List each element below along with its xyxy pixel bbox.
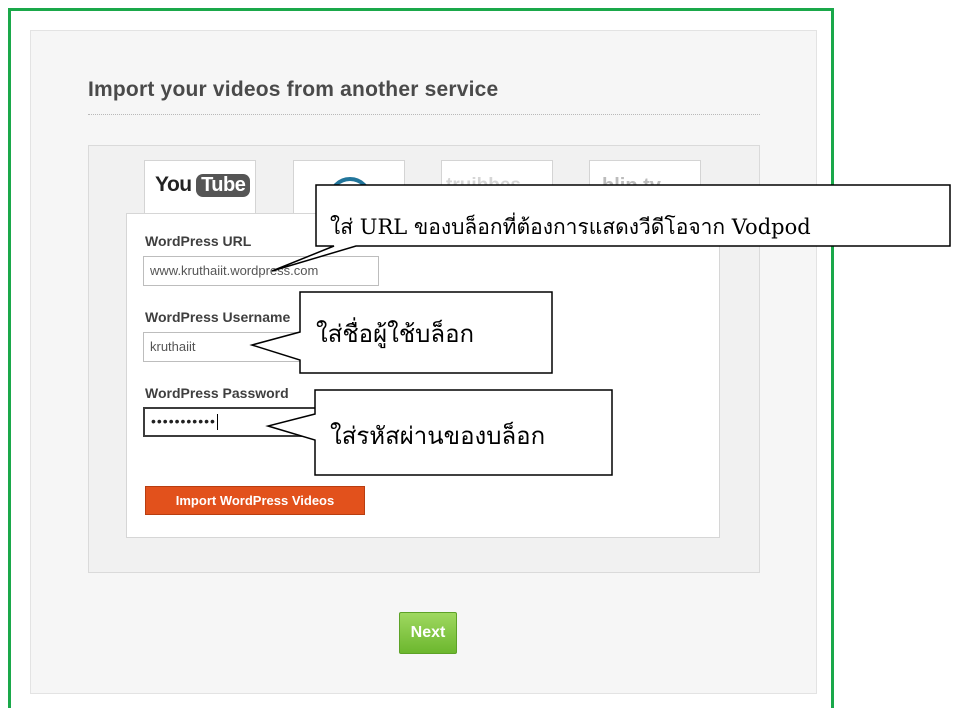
url-label: WordPress URL — [145, 233, 252, 249]
username-callout-text: ใส่ชื่อผู้ใช้บล็อก — [316, 320, 475, 348]
url-callout-text: ใส่ URL ของบล็อกที่ต้องการแสดงวีดีโอจาก … — [330, 215, 811, 239]
text-cursor — [216, 414, 218, 431]
youtube-logo: You Tube — [155, 173, 251, 203]
youtube-logo-tube: Tube — [196, 173, 251, 197]
truveo-logo: truibbes — [446, 175, 521, 196]
url-input[interactable]: www.kruthaiit.wordpress.com — [143, 256, 379, 286]
title-divider — [88, 114, 760, 115]
wordpress-icon: W — [328, 177, 372, 217]
next-button[interactable]: Next — [399, 612, 457, 654]
password-mask: ••••••••••• — [151, 413, 216, 429]
password-label: WordPress Password — [145, 385, 289, 401]
svg-text:W: W — [339, 186, 361, 211]
tab-bliptv[interactable]: blip.tv — [589, 160, 701, 218]
page-title: Import your videos from another service — [88, 78, 499, 101]
username-label: WordPress Username — [145, 309, 291, 325]
import-wordpress-videos-button[interactable]: Import WordPress Videos — [145, 486, 365, 515]
tab-youtube[interactable]: You Tube — [144, 160, 256, 218]
bliptv-logo: blip.tv — [602, 175, 661, 197]
tab-truveo[interactable]: truibbes — [441, 160, 553, 218]
youtube-logo-you: You — [155, 173, 192, 196]
password-callout-text: ใส่รหัสผ่านของบล็อก — [330, 422, 546, 450]
tab-wordpress[interactable]: W — [293, 160, 405, 218]
